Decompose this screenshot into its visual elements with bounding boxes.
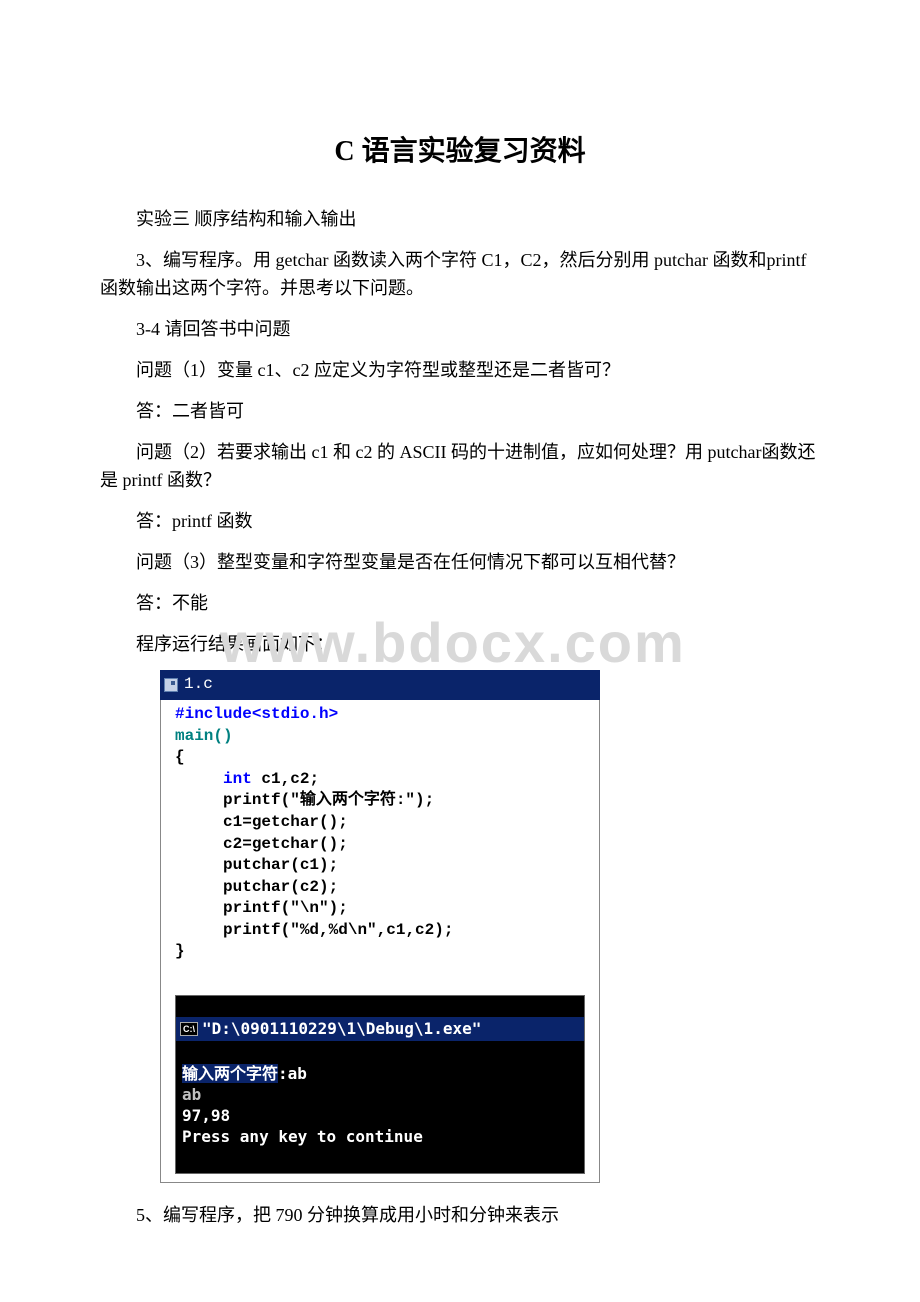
console-window: C:\ "D:\0901110229\1\Debug\1.exe" 输入两个字符:… xyxy=(175,995,585,1175)
paragraph: 程序运行结果画面如下： xyxy=(100,630,820,659)
editor-filename: 1.c xyxy=(184,672,213,698)
paragraph: 3-4 请回答书中问题 xyxy=(100,315,820,344)
console-line: 97,98 xyxy=(182,1106,230,1125)
code-line: printf("输入两个字符:"); xyxy=(223,791,434,809)
console-title-text: "D:\0901110229\1\Debug\1.exe" xyxy=(202,1018,481,1040)
editor-titlebar: 1.c xyxy=(160,670,600,700)
file-icon xyxy=(164,678,178,692)
console-line: ab xyxy=(182,1085,201,1104)
console-titlebar: C:\ "D:\0901110229\1\Debug\1.exe" xyxy=(176,1017,584,1041)
paragraph: 答：printf 函数 xyxy=(100,507,820,536)
console-line: :ab xyxy=(278,1064,307,1083)
paragraph: 答：二者皆可 xyxy=(100,397,820,426)
paragraph: 问题（1）变量 c1、c2 应定义为字符型或整型还是二者皆可？ xyxy=(100,356,820,385)
paragraph: 实验三 顺序结构和输入输出 xyxy=(100,205,820,234)
paragraph: 问题（3）整型变量和字符型变量是否在任何情况下都可以互相代替？ xyxy=(100,548,820,577)
code-line: putchar(c1); xyxy=(223,856,338,874)
console-line: Press any key to continue xyxy=(182,1127,423,1146)
code-line: c1=getchar(); xyxy=(223,813,348,831)
code-line: #include<stdio.h> xyxy=(175,705,338,723)
code-line: printf("\n"); xyxy=(223,899,348,917)
cmd-icon: C:\ xyxy=(180,1022,198,1036)
code-line: main() xyxy=(175,727,233,745)
code-editor-window: 1.c #include<stdio.h> main() { int c1,c2… xyxy=(160,670,600,1183)
console-line: 输入两个字符 xyxy=(182,1064,278,1083)
code-line: printf("%d,%d\n",c1,c2); xyxy=(223,921,453,939)
paragraph: 5、编写程序，把 790 分钟换算成用小时和分钟来表示 xyxy=(100,1201,820,1230)
console-output: 输入两个字符:ab ab 97,98 Press any key to cont… xyxy=(176,1062,584,1151)
code-line: } xyxy=(175,942,185,960)
page-title: C 语言实验复习资料 xyxy=(100,130,820,175)
code-line: putchar(c2); xyxy=(223,878,338,896)
paragraph: 答：不能 xyxy=(100,589,820,618)
paragraph: 问题（2）若要求输出 c1 和 c2 的 ASCII 码的十进制值，应如何处理？… xyxy=(100,438,820,496)
code-line: c2=getchar(); xyxy=(223,835,348,853)
paragraph: 3、编写程序。用 getchar 函数读入两个字符 C1，C2，然后分别用 pu… xyxy=(100,246,820,304)
code-keyword: int xyxy=(223,770,252,788)
code-line: c1,c2; xyxy=(252,770,319,788)
code-line: { xyxy=(175,748,185,766)
code-body: #include<stdio.h> main() { int c1,c2; pr… xyxy=(160,700,600,1183)
